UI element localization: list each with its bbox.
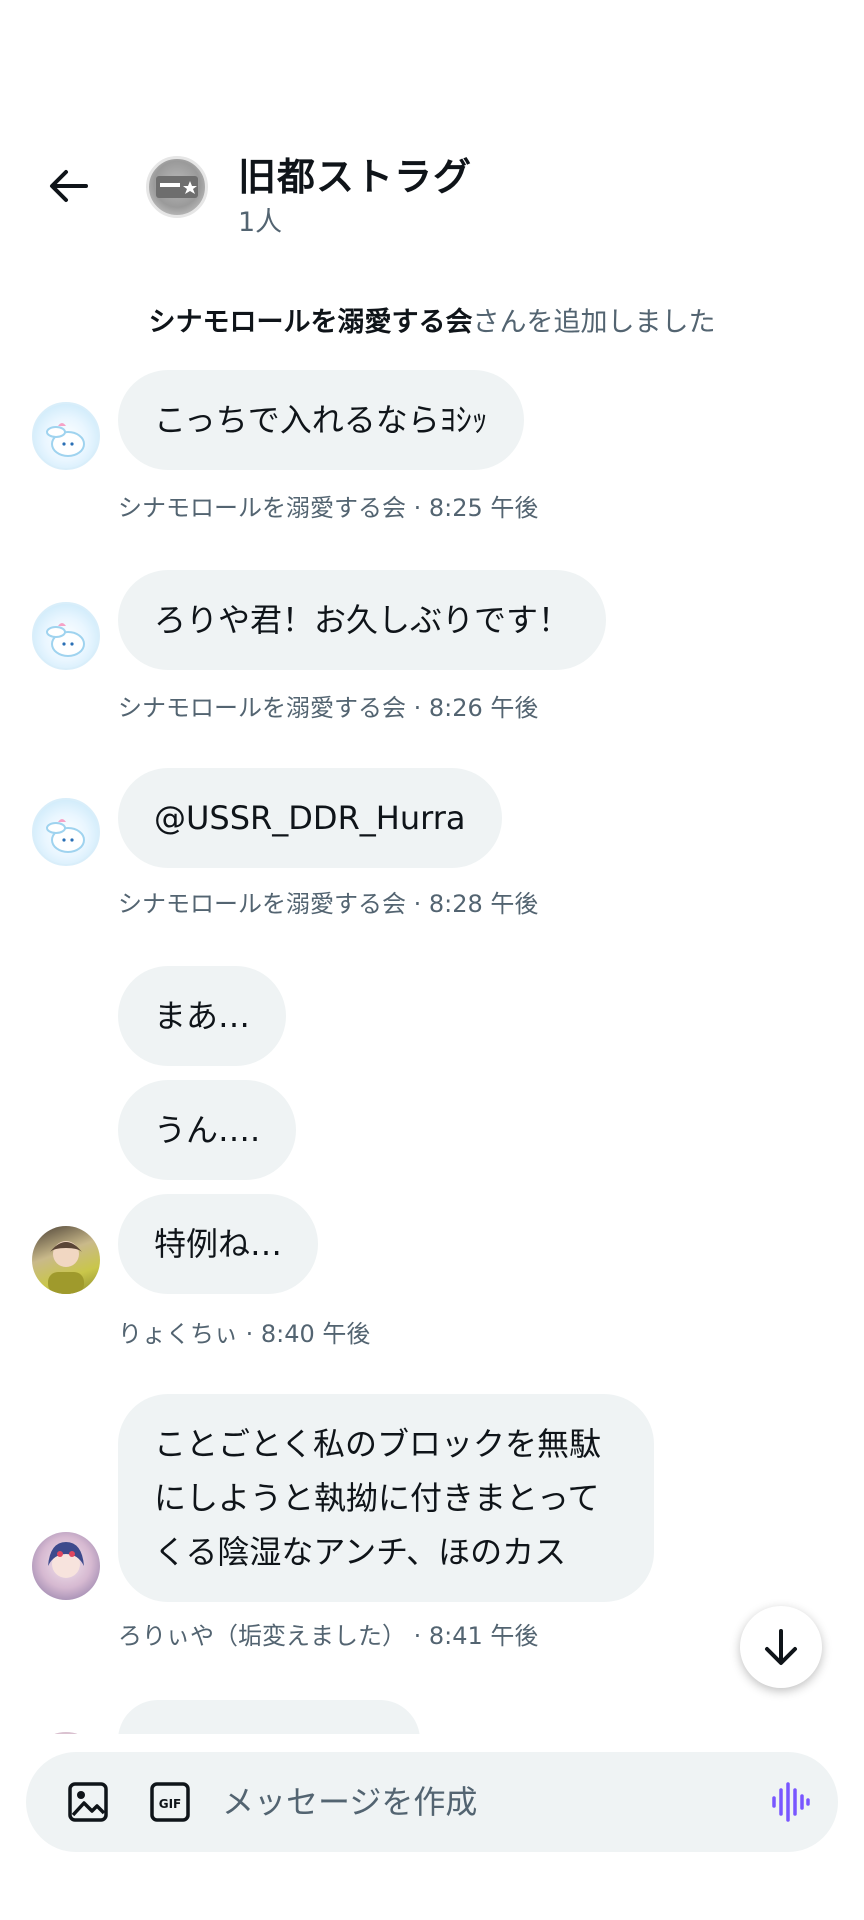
scroll-to-bottom-button[interactable]	[740, 1606, 822, 1688]
message-bubble[interactable]: まあ…	[118, 966, 287, 1066]
member-count[interactable]: 1人	[238, 200, 282, 239]
gif-icon: GIF	[150, 1782, 190, 1822]
message-bubble[interactable]: ことごとく私のブロックを無駄にしようと執拗に付きまとってくる陰湿なアンチ、ほのカ…	[118, 1394, 654, 1602]
message-meta: シナモロールを溺愛する会 · 8:28 午後	[118, 890, 539, 918]
svg-text:GIF: GIF	[159, 1797, 182, 1811]
avatar[interactable]	[32, 402, 100, 470]
cinnamoroll-avatar-icon	[46, 819, 85, 853]
message-meta: シナモロールを溺愛する会 · 8:25 午後	[118, 494, 539, 522]
message-meta: シナモロールを溺愛する会 · 8:26 午後	[118, 694, 539, 722]
cinnamoroll-avatar-icon	[46, 623, 85, 657]
message-bubble[interactable]: 特例ね…	[118, 1194, 319, 1294]
voice-wave-icon	[772, 1782, 810, 1822]
message-bubble[interactable]: ろりや君！お久しぶりです！	[118, 570, 607, 670]
group-title[interactable]: 旧都ストラグ	[238, 146, 472, 201]
message-input[interactable]	[222, 1774, 742, 1830]
cinnamoroll-avatar-icon	[46, 423, 85, 457]
avatar[interactable]	[32, 602, 100, 670]
message-bubble[interactable]: うん….	[118, 1080, 297, 1180]
message-meta: ろりぃや（垢変えました） · 8:41 午後	[118, 1622, 539, 1650]
group-image-icon	[156, 176, 198, 198]
system-notice: シナモロールを溺愛する会さんを追加しました	[0, 300, 864, 339]
message-meta: りょくちぃ · 8:40 午後	[118, 1320, 371, 1348]
image-button[interactable]	[62, 1776, 114, 1828]
message-bubble[interactable]: こっちで入れるならﾖｼｯ	[118, 370, 524, 470]
message-composer: GIF	[26, 1752, 838, 1852]
user-avatar-icon	[48, 1542, 84, 1578]
arrow-left-icon	[50, 170, 88, 202]
voice-message-button[interactable]	[764, 1776, 816, 1828]
avatar[interactable]	[32, 1226, 100, 1294]
arrow-down-icon	[765, 1629, 797, 1665]
avatar[interactable]	[32, 1532, 100, 1600]
avatar[interactable]	[32, 798, 100, 866]
back-button[interactable]	[40, 162, 96, 210]
message-bubble[interactable]: @USSR_DDR_Hurra	[118, 768, 502, 868]
image-icon	[68, 1782, 108, 1822]
added-member-name[interactable]: シナモロールを溺愛する会	[149, 307, 473, 338]
system-notice-suffix: さんを追加しました	[472, 307, 716, 338]
user-avatar-icon	[48, 1241, 84, 1294]
dm-group-chat-screen: 旧都ストラグ 1人 シナモロールを溺愛する会さんを追加しました こっちで入れるな…	[0, 0, 864, 1920]
gif-button[interactable]: GIF	[144, 1776, 196, 1828]
group-avatar[interactable]	[146, 156, 208, 218]
